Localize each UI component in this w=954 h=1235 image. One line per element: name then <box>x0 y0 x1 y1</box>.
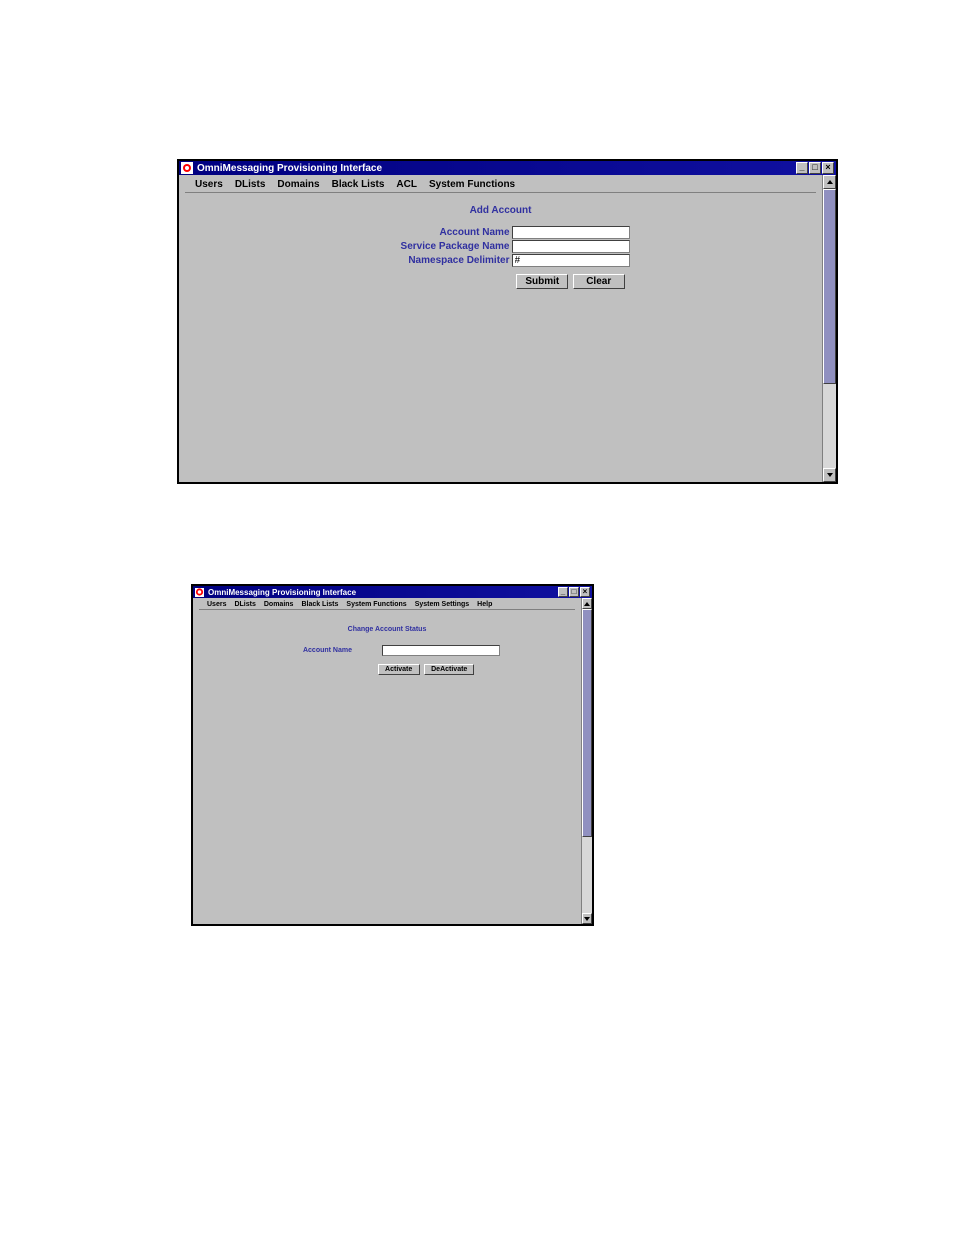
scroll-down-button[interactable] <box>582 913 592 924</box>
submit-button[interactable]: Submit <box>516 274 568 289</box>
vertical-scrollbar[interactable] <box>822 175 836 482</box>
close-button[interactable]: × <box>822 162 834 174</box>
menu-domains[interactable]: Domains <box>260 600 298 609</box>
close-button[interactable]: × <box>580 587 590 597</box>
scroll-thumb[interactable] <box>823 189 836 384</box>
menu-system-functions[interactable]: System Functions <box>342 600 410 609</box>
activate-button[interactable]: Activate <box>378 664 420 675</box>
clear-button[interactable]: Clear <box>573 274 625 289</box>
window-change-account-status: OmniMessaging Provisioning Interface _ □… <box>191 584 594 926</box>
menu-help[interactable]: Help <box>473 600 496 609</box>
menu-users[interactable]: Users <box>203 600 230 609</box>
titlebar[interactable]: OmniMessaging Provisioning Interface _ □… <box>179 161 836 175</box>
vertical-scrollbar[interactable] <box>581 598 592 924</box>
minimize-button[interactable]: _ <box>558 587 568 597</box>
window-title: OmniMessaging Provisioning Interface <box>208 588 356 597</box>
account-name-input[interactable] <box>512 226 630 239</box>
chevron-down-icon <box>826 471 834 479</box>
menubar: Users DLists Domains Black Lists ACL Sys… <box>185 175 816 193</box>
scroll-down-button[interactable] <box>823 468 836 482</box>
menu-black-lists[interactable]: Black Lists <box>297 600 342 609</box>
app-icon <box>195 588 204 597</box>
menu-domains[interactable]: Domains <box>271 177 325 192</box>
service-package-name-input[interactable] <box>512 240 630 253</box>
maximize-button[interactable]: □ <box>809 162 821 174</box>
scroll-thumb[interactable] <box>582 609 592 837</box>
account-name-input[interactable] <box>382 645 500 656</box>
service-package-name-label: Service Package Name <box>372 241 512 252</box>
menu-system-settings[interactable]: System Settings <box>411 600 473 609</box>
chevron-down-icon <box>583 915 591 923</box>
namespace-delimiter-input[interactable] <box>512 254 630 267</box>
menu-black-lists[interactable]: Black Lists <box>326 177 391 192</box>
titlebar[interactable]: OmniMessaging Provisioning Interface _ □… <box>193 586 592 598</box>
section-title: Change Account Status <box>193 626 581 633</box>
window-add-account: OmniMessaging Provisioning Interface _ □… <box>177 159 838 484</box>
menu-users[interactable]: Users <box>189 177 229 192</box>
chevron-up-icon <box>583 600 591 608</box>
scroll-track[interactable] <box>582 609 592 913</box>
minimize-button[interactable]: _ <box>796 162 808 174</box>
scroll-track[interactable] <box>823 189 836 468</box>
scroll-up-button[interactable] <box>582 598 592 609</box>
namespace-delimiter-label: Namespace Delimiter <box>372 255 512 266</box>
account-name-label: Account Name <box>372 227 512 238</box>
app-icon <box>181 162 193 174</box>
menu-system-functions[interactable]: System Functions <box>423 177 521 192</box>
menu-acl[interactable]: ACL <box>390 177 423 192</box>
menu-dlists[interactable]: DLists <box>229 177 272 192</box>
chevron-up-icon <box>826 178 834 186</box>
account-name-label: Account Name <box>274 647 382 654</box>
menubar: Users DLists Domains Black Lists System … <box>199 598 575 610</box>
window-title: OmniMessaging Provisioning Interface <box>197 163 382 174</box>
scroll-up-button[interactable] <box>823 175 836 189</box>
deactivate-button[interactable]: DeActivate <box>424 664 474 675</box>
maximize-button[interactable]: □ <box>569 587 579 597</box>
section-title: Add Account <box>179 205 822 216</box>
menu-dlists[interactable]: DLists <box>230 600 259 609</box>
